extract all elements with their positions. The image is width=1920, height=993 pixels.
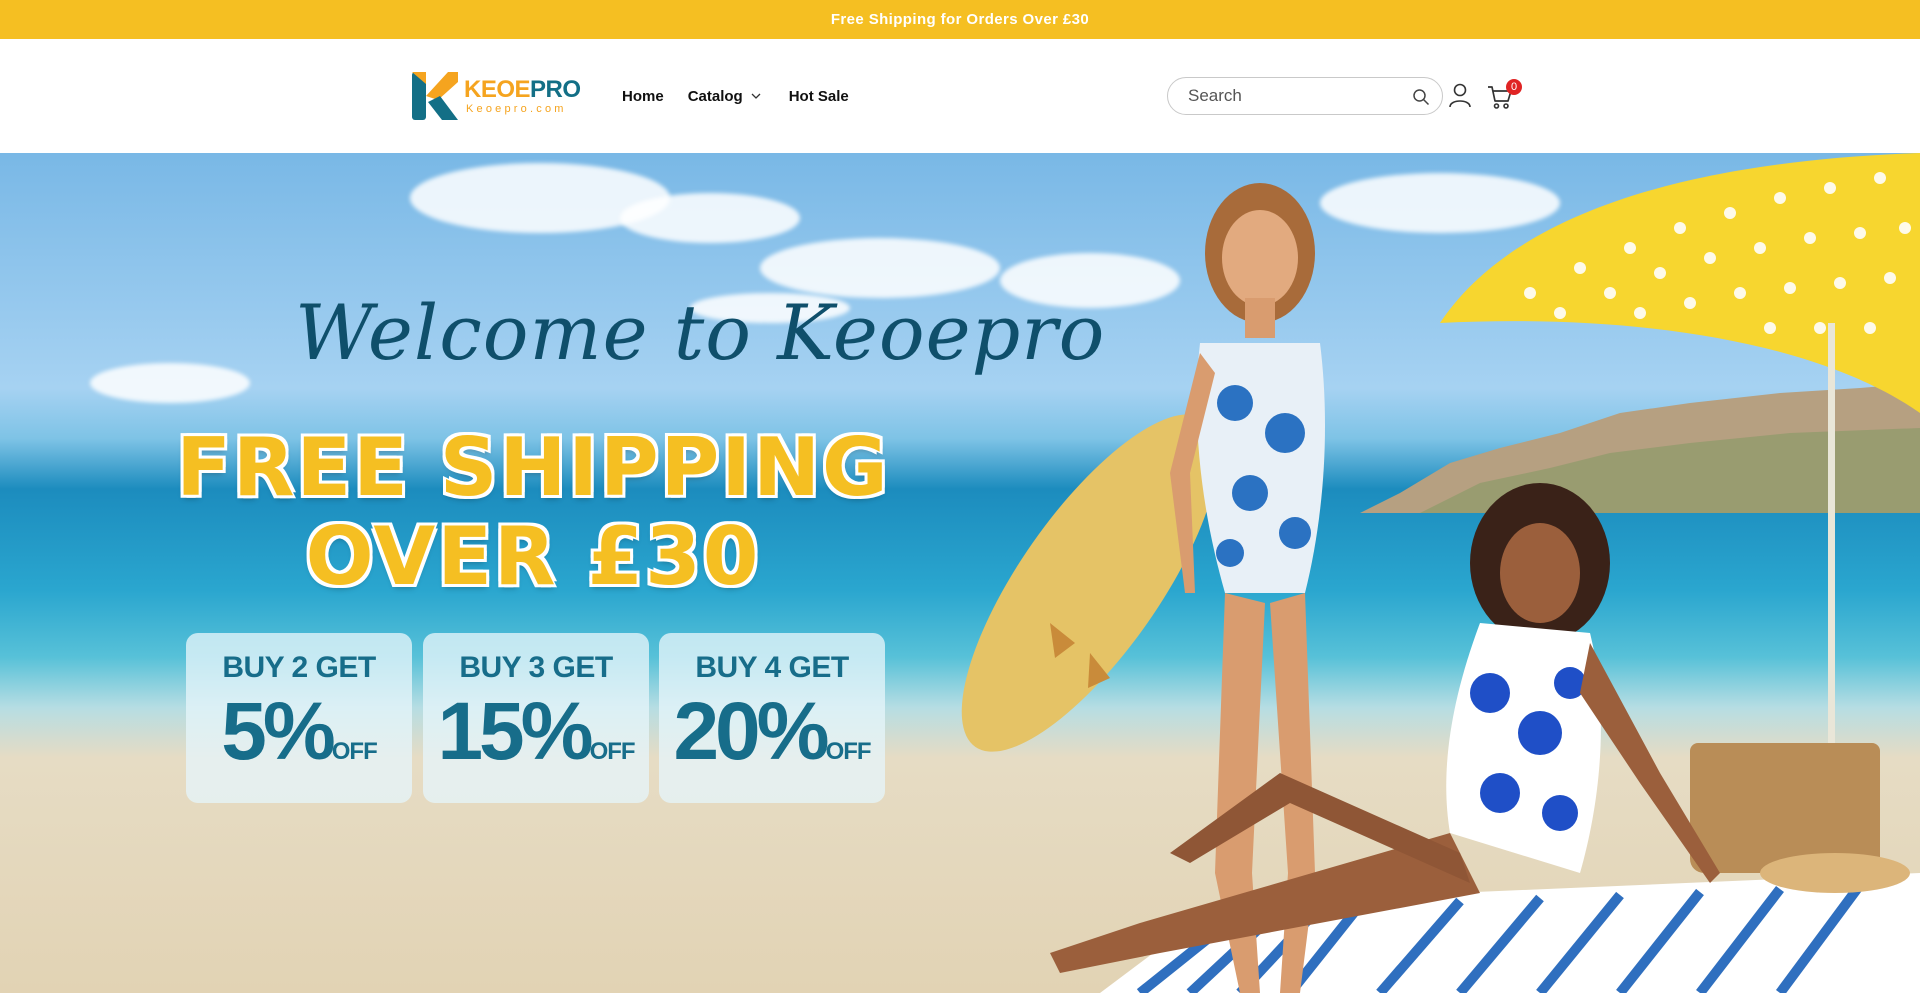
- offer-card: BUY 3 GET 15%OFF: [423, 633, 649, 803]
- announcement-text: Free Shipping for Orders Over £30: [830, 11, 1090, 28]
- cloud: [90, 363, 250, 403]
- nav-home[interactable]: Home: [618, 88, 664, 105]
- offer-percent: 5%OFF: [186, 687, 412, 797]
- offer-buy-label: BUY 3 GET: [459, 651, 613, 684]
- nav-catalog[interactable]: Catalog: [688, 88, 761, 105]
- search-input[interactable]: [1188, 86, 1388, 106]
- search-box: [1167, 77, 1443, 115]
- logo-brand: KEOEPRO: [464, 77, 581, 103]
- hero-headline-line2: OVER £30: [305, 510, 761, 603]
- offer-off-label: OFF: [331, 738, 378, 765]
- site-header: KEOEPRO Keoepro.com Home Catalog Hot Sal…: [0, 39, 1920, 153]
- straw-hat: [1760, 853, 1910, 893]
- offer-off-label: OFF: [589, 738, 636, 765]
- hero-headline-line1: FREE SHIPPING: [176, 421, 890, 514]
- offer-buy-label: BUY 2 GET: [222, 651, 376, 684]
- hero-welcome-text: Welcome to Keoepro: [295, 288, 1106, 377]
- chevron-down-icon: [751, 93, 761, 99]
- announcement-bar: Free Shipping for Orders Over £30: [0, 0, 1920, 39]
- offer-percent-value: 5%: [221, 686, 335, 777]
- nav-hot-sale-label: Hot Sale: [788, 87, 849, 105]
- offer-percent: 20%OFF: [659, 687, 885, 797]
- logo[interactable]: KEOEPRO Keoepro.com: [410, 69, 582, 123]
- cart-button[interactable]: 0: [1486, 79, 1522, 111]
- logo-mark-icon: [410, 70, 460, 122]
- offer-off-label: OFF: [825, 738, 872, 765]
- nav-hot-sale[interactable]: Hot Sale: [785, 88, 849, 105]
- offer-card: BUY 4 GET 20%OFF: [659, 633, 885, 803]
- sitting-model: [1050, 483, 1720, 973]
- account-icon[interactable]: [1448, 82, 1472, 108]
- cart-count-badge: 0: [1506, 79, 1522, 95]
- offer-percent-value: 15%: [437, 686, 593, 777]
- logo-subtitle: Keoepro.com: [466, 103, 567, 115]
- search-icon[interactable]: [1412, 88, 1430, 106]
- logo-brand-part1: KEOE: [464, 76, 531, 103]
- offer-percent: 15%OFF: [423, 687, 649, 797]
- nav-catalog-label: Catalog: [687, 87, 743, 105]
- offer-buy-label: BUY 4 GET: [695, 651, 849, 684]
- offer-card: BUY 2 GET 5%OFF: [186, 633, 412, 803]
- hero-banner[interactable]: Welcome to Keoepro FREE SHIPPING OVER £3…: [0, 153, 1920, 993]
- offer-percent-value: 20%: [673, 686, 829, 777]
- cloud: [620, 193, 800, 243]
- main-nav: Home Catalog Hot Sale: [618, 39, 873, 153]
- nav-home-label: Home: [622, 87, 664, 105]
- logo-brand-part2: PRO: [530, 76, 581, 103]
